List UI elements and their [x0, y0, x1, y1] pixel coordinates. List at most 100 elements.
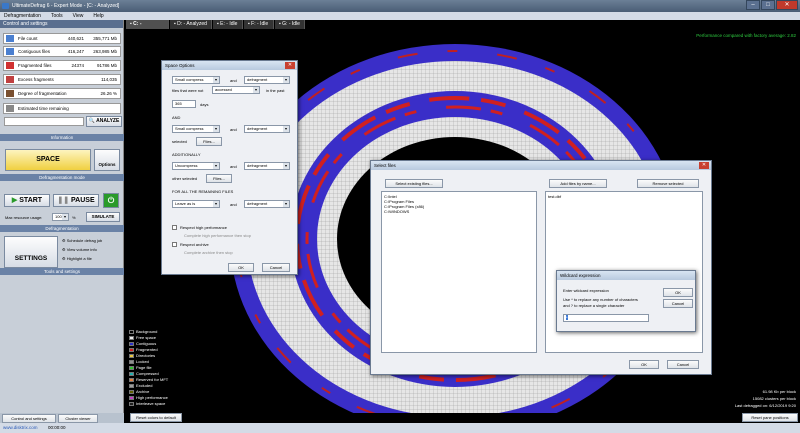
in-past-label: in the past [266, 88, 285, 93]
wildcard-hint-2: and ? to replace a single character [563, 303, 625, 308]
fragmented-icon [6, 62, 14, 69]
and-label: and [230, 78, 237, 83]
action-select-5[interactable]: Uncompress ▾ [172, 162, 220, 170]
days-input[interactable]: 365 [172, 100, 196, 108]
reset-pane-button[interactable]: Reset pane positions [742, 413, 798, 422]
select-existing-button[interactable]: Select existing files... [385, 179, 443, 188]
tab-c-drive[interactable]: ▪ C: - Analyzed✕ [126, 20, 169, 36]
action-select-6[interactable]: defragment ▾ [244, 162, 290, 170]
space-options-dialog: Space Options ✕ Small compress ▾ and defr… [161, 60, 298, 275]
start-button[interactable]: ▶ START [4, 194, 50, 207]
respect-archive-label: Respect archive [180, 242, 209, 247]
elapsed-time: 00:00:00 [48, 425, 66, 430]
tools-settings-label: Tools and settings [0, 268, 124, 275]
menu-tools[interactable]: Tools [51, 12, 63, 20]
ok-button[interactable]: OK [663, 288, 693, 297]
ok-button[interactable]: OK [228, 263, 254, 272]
volume-info-link[interactable]: ⚙ View volume info [62, 247, 97, 252]
website-link[interactable]: www.disktrix.com [3, 423, 38, 433]
stop-button[interactable]: ⏻ [103, 193, 119, 208]
cancel-button[interactable]: Cancel [667, 360, 699, 369]
dialog-title: Space Options [162, 61, 297, 70]
list-item[interactable]: test.dbf [548, 194, 700, 199]
add-by-name-button[interactable]: Add files by name... [549, 179, 607, 188]
progress-bar [4, 117, 84, 126]
close-icon[interactable]: ✕ [285, 62, 295, 69]
additionally-label: ADDITIONALLY [172, 152, 201, 157]
close-icon[interactable]: ✕ [699, 162, 709, 169]
action-select-7[interactable]: Leave as is ▾ [172, 200, 220, 208]
menu-defragmentation[interactable]: Defragmentation [4, 12, 41, 20]
close-button[interactable]: ✕ [776, 0, 798, 10]
dialog-title: Wildcard expression [557, 271, 695, 280]
files-button-2[interactable]: Files... [206, 174, 232, 183]
dialog-title: Select files [371, 161, 711, 170]
ok-button[interactable]: OK [629, 360, 659, 369]
panel-header: Control and settings [0, 20, 123, 28]
tab-f-drive[interactable]: ▪ F: - Idle [244, 20, 274, 29]
clusters-info: 15082 clusters per block [752, 396, 796, 401]
and-label: and [230, 202, 237, 207]
respect-high-checkbox[interactable] [172, 225, 177, 230]
remove-selected-button[interactable]: Remove selected [637, 179, 699, 188]
action-select-2[interactable]: defragment ▾ [244, 76, 290, 84]
wildcard-input[interactable]: * [563, 314, 649, 322]
menu-view[interactable]: View [73, 12, 84, 20]
and-section-label: AND [172, 115, 181, 120]
defragmentation-label: Defragmentation [0, 225, 124, 232]
action-select-3[interactable]: Small compress ▾ [172, 125, 220, 133]
max-resource-select[interactable]: 100 ▾ [52, 213, 69, 221]
complete-high-label: Complete high performance then stop [184, 233, 251, 238]
contiguous-icon [6, 48, 14, 55]
files-that-label: files that were not [172, 88, 204, 93]
max-resource-unit: % [72, 215, 76, 220]
respect-archive-checkbox[interactable] [172, 242, 177, 247]
last-defrag-info: Last defragged on: 6/12/2019 9:20 [734, 403, 796, 408]
tab-g-drive[interactable]: ▪ G: - Idle [275, 20, 305, 29]
tab-e-drive[interactable]: ▪ E: - Idle [213, 20, 243, 29]
action-select-1[interactable]: Small compress ▾ [172, 76, 220, 84]
and-label: and [230, 127, 237, 132]
analyze-button[interactable]: 🔍 ANALYZE [86, 116, 122, 127]
minimize-button[interactable]: – [746, 0, 760, 10]
existing-files-list[interactable]: C:\Intel C:\Program Files C:\Program Fil… [381, 191, 537, 353]
files-button[interactable]: Files... [196, 137, 222, 146]
highlight-file-link[interactable]: ⚙ Highlight a file [62, 256, 92, 261]
block-size-info: 61.98 Kb per block [762, 389, 796, 394]
maximize-button[interactable]: □ [761, 0, 775, 10]
days-label: days [200, 102, 209, 107]
settings-button[interactable]: SETTINGS [4, 236, 58, 268]
stat-fragmented: Fragmented files 24374 91786 Mb [3, 60, 121, 71]
color-legend: Background Free space Contiguous Fragmen… [129, 329, 184, 407]
defrag-mode-label: Defragmentation mode [0, 174, 124, 181]
action-select-4[interactable]: defragment ▾ [244, 125, 290, 133]
selected-label: selected [172, 139, 187, 144]
menu-bar: Defragmentation Tools View Help [0, 12, 800, 20]
window-title: UltimateDefrag 6 - Expert Mode - [C: - A… [12, 3, 120, 9]
stat-file-count: File count 440,621 355,771 Mb [3, 33, 121, 44]
respect-high-label: Respect high performance [180, 225, 227, 230]
menu-help[interactable]: Help [93, 12, 103, 20]
schedule-link[interactable]: ⚙ Schedule defrag job [62, 238, 102, 243]
legend-item[interactable]: Interleave space [129, 401, 184, 407]
list-item[interactable]: C:\WINDOWS [384, 209, 534, 214]
simulate-button[interactable]: SIMULATE [86, 212, 120, 222]
tab-control-settings[interactable]: Control and settings [2, 414, 56, 423]
stat-contiguous: Contiguous files 416,247 263,985 Mb [3, 46, 121, 57]
cancel-button[interactable]: Cancel [663, 299, 693, 308]
max-resource-label: Max resource usage: [5, 215, 43, 220]
and-label: and [230, 164, 237, 169]
excess-icon [6, 76, 14, 83]
tab-d-drive[interactable]: ▪ D: - Analyzed [170, 20, 212, 29]
wildcard-hint-1: Use * to replace any number of character… [563, 297, 638, 302]
reset-colors-button[interactable]: Reset colors to default [130, 413, 182, 422]
access-select[interactable]: accessed ▾ [212, 86, 260, 94]
select-files-dialog: Select files ✕ Select existing files... … [370, 160, 712, 375]
cancel-button[interactable]: Cancel [262, 263, 290, 272]
tab-cluster-viewer[interactable]: Cluster viewer [58, 414, 98, 423]
options-button[interactable]: Options [94, 149, 120, 171]
complete-archive-label: Complete archive then stop [184, 250, 233, 255]
pause-button[interactable]: ❚❚ PAUSE [53, 194, 99, 207]
space-mode-button[interactable]: SPACE [5, 149, 91, 171]
action-select-8[interactable]: defragment ▾ [244, 200, 290, 208]
